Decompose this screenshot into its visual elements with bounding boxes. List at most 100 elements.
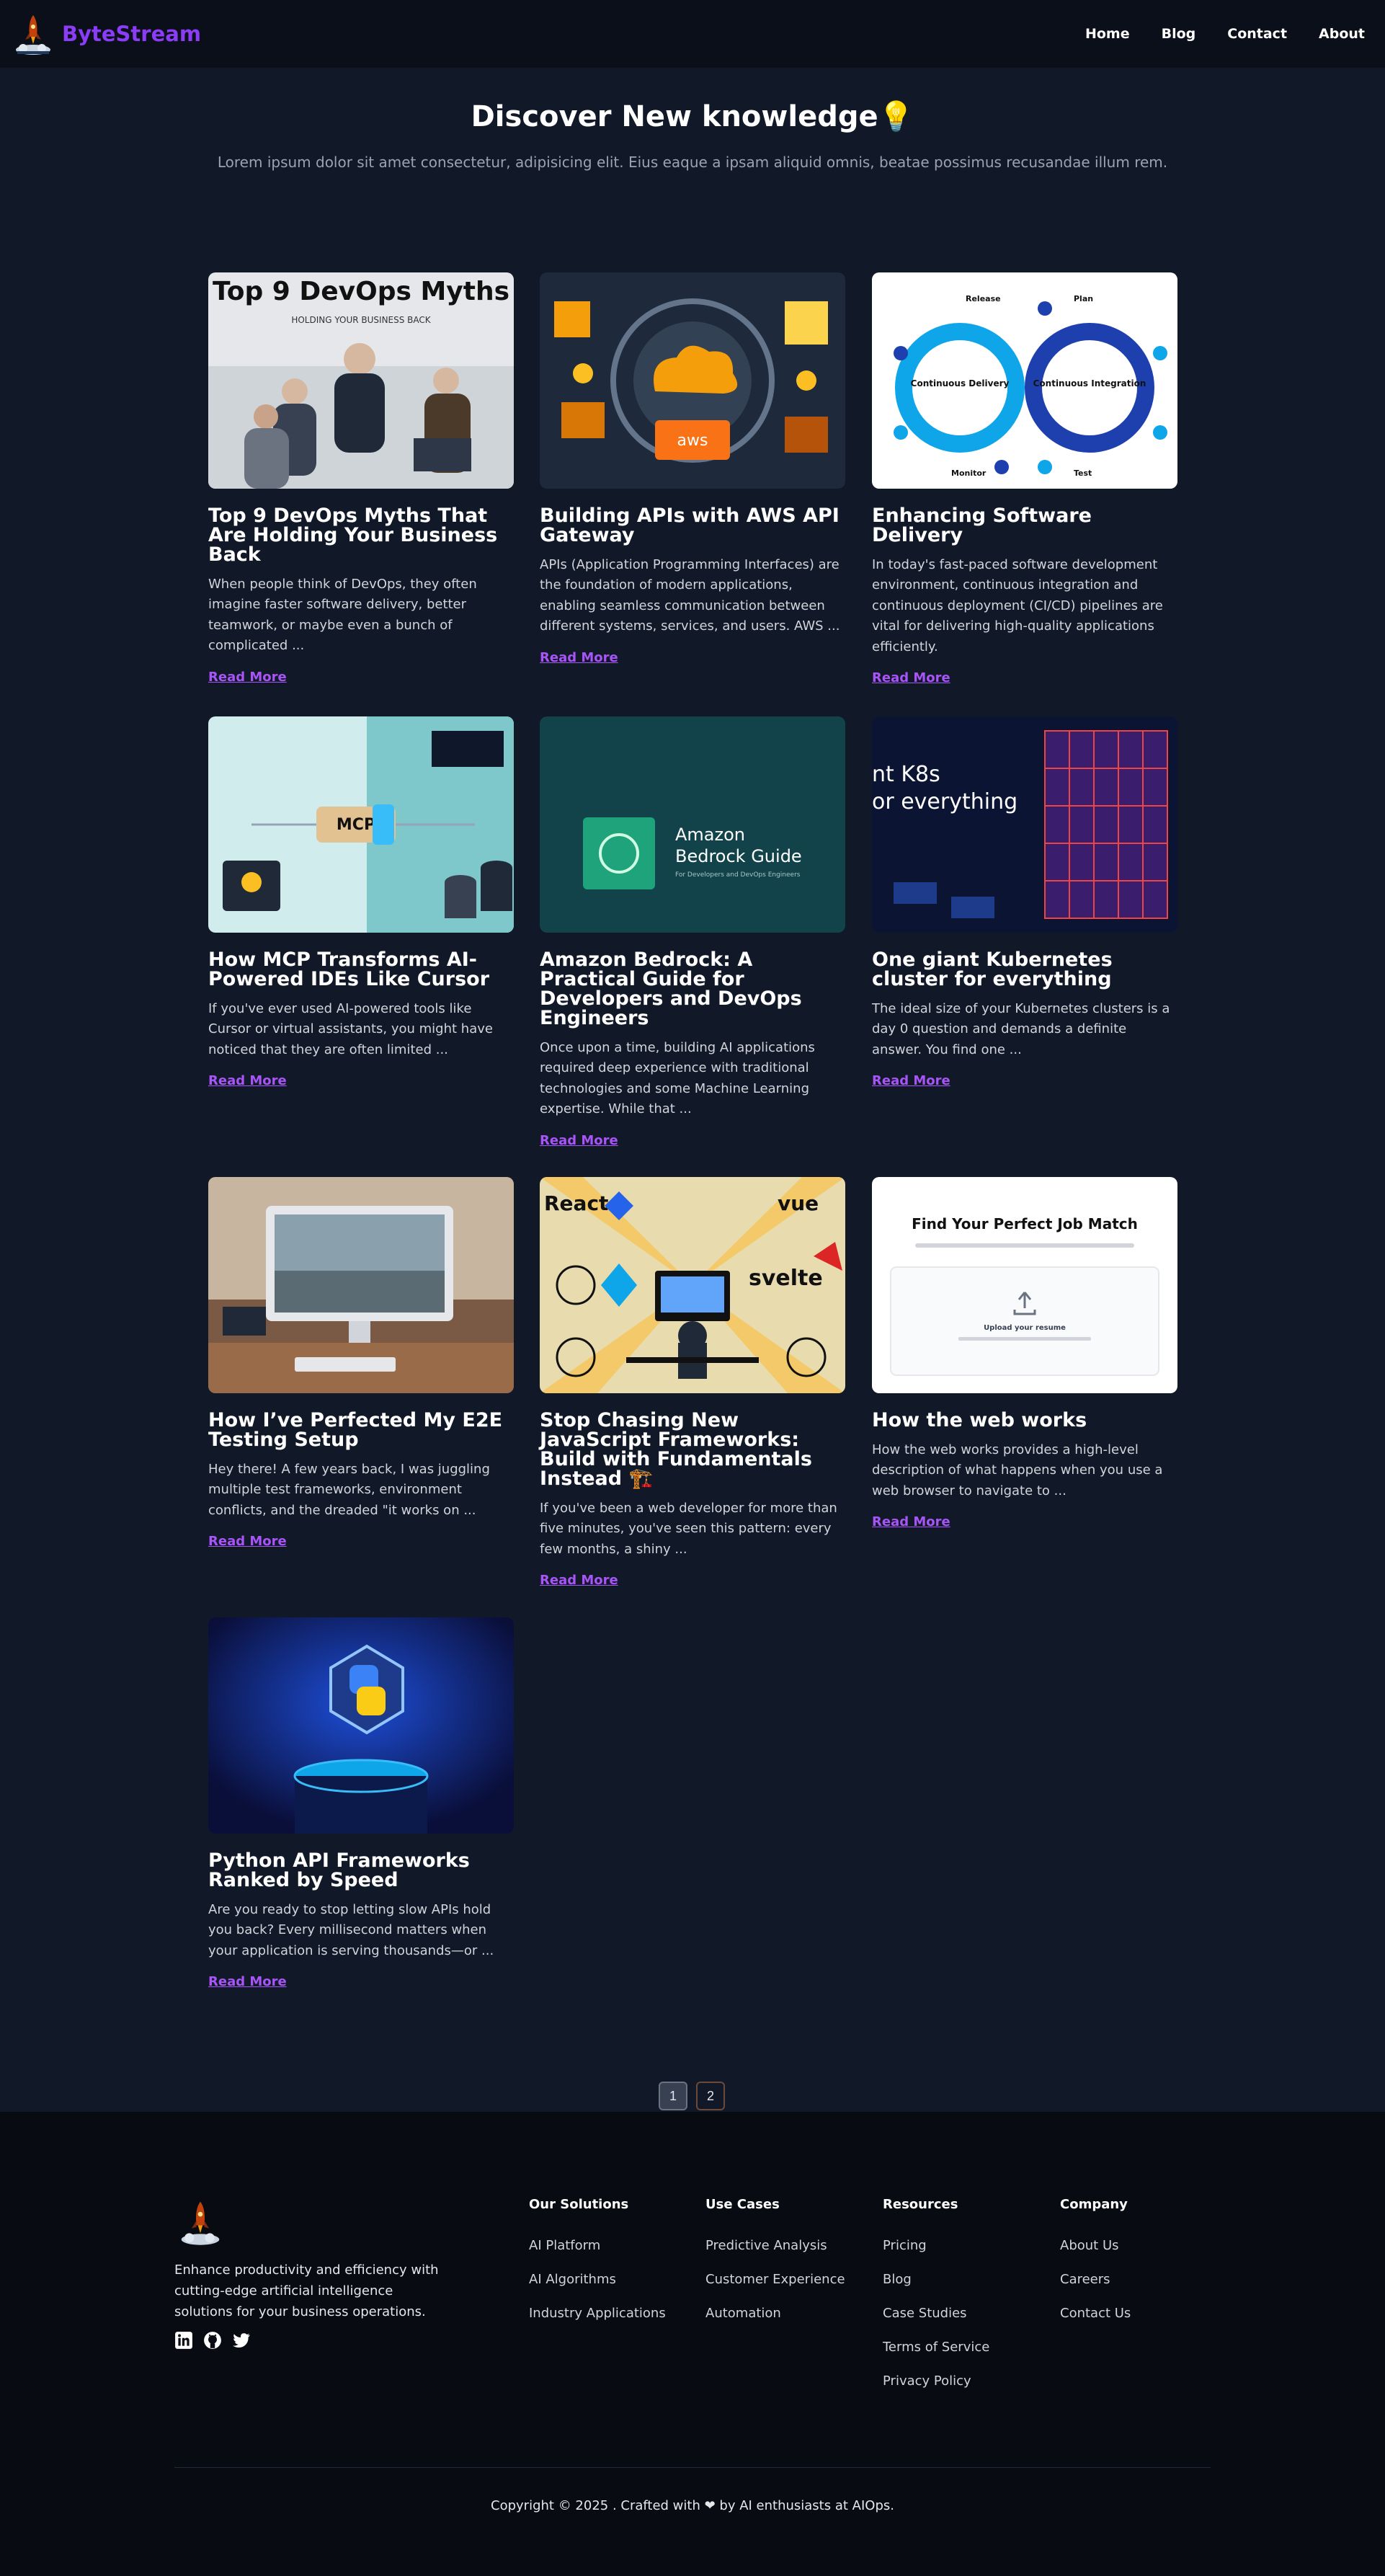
- post-thumbnail[interactable]: React vue svelte: [540, 1177, 845, 1393]
- hero-title: Discover New knowledge💡: [471, 100, 914, 133]
- github-icon[interactable]: [203, 2331, 222, 2350]
- post-title[interactable]: One giant Kubernetes cluster for everyth…: [872, 950, 1177, 989]
- post-title[interactable]: Enhancing Software Delivery: [872, 506, 1177, 545]
- footer-link[interactable]: Terms of Service: [883, 2340, 989, 2355]
- read-more-link[interactable]: Read More: [208, 670, 287, 685]
- rocket-logo-icon: [181, 2201, 220, 2245]
- copyright-text: Copyright © 2025 . Crafted with ❤ by AI …: [491, 2498, 894, 2513]
- blog-card: nt K8s or everything One giant Kubernete…: [872, 716, 1177, 1088]
- post-thumbnail[interactable]: aws: [540, 272, 845, 489]
- post-thumbnail[interactable]: Find Your Perfect Job Match Upload your …: [872, 1177, 1177, 1393]
- blog-card: aws Building APIs with AWS API Gateway A…: [540, 272, 845, 665]
- read-more-link[interactable]: Read More: [540, 650, 618, 665]
- post-thumbnail[interactable]: Continuous Delivery Continuous Integrati…: [872, 272, 1177, 489]
- page-1-button[interactable]: 1: [659, 2082, 687, 2110]
- footer-column-title: Company: [1060, 2197, 1128, 2212]
- footer-link[interactable]: Pricing: [883, 2238, 989, 2253]
- pagination: 1 2: [659, 2082, 725, 2110]
- post-thumbnail[interactable]: nt K8s or everything: [872, 716, 1177, 933]
- twitter-icon[interactable]: [232, 2331, 251, 2350]
- nav-about[interactable]: About: [1319, 26, 1365, 42]
- post-title[interactable]: Stop Chasing New JavaScript Frameworks: …: [540, 1411, 845, 1488]
- hero: Discover New knowledge💡 Lorem ipsum dolo…: [0, 99, 1385, 171]
- svg-text:HOLDING YOUR BUSINESS BACK: HOLDING YOUR BUSINESS BACK: [291, 315, 431, 325]
- footer-link[interactable]: Blog: [883, 2272, 989, 2287]
- post-excerpt: Hey there! A few years back, I was juggl…: [208, 1462, 490, 1518]
- post-excerpt: If you've been a web developer for more …: [540, 1501, 837, 1557]
- post-excerpt: The ideal size of your Kubernetes cluste…: [872, 1001, 1170, 1057]
- page-2-button[interactable]: 2: [696, 2082, 725, 2110]
- nav-home[interactable]: Home: [1085, 26, 1130, 42]
- post-title[interactable]: How the web works: [872, 1411, 1177, 1430]
- post-excerpt: APIs (Application Programming Interfaces…: [540, 557, 840, 634]
- read-more-link[interactable]: Read More: [208, 1073, 287, 1088]
- linkedin-icon[interactable]: [174, 2331, 193, 2350]
- svg-text:MCP: MCP: [337, 816, 375, 834]
- svg-text:For Developers and DevOps Engi: For Developers and DevOps Engineers: [675, 871, 801, 879]
- footer-column-resources: Resources Pricing Blog Case Studies Term…: [883, 2197, 989, 2407]
- svg-text:nt K8s: nt K8s: [872, 762, 940, 787]
- nav-contact[interactable]: Contact: [1227, 26, 1287, 42]
- footer-link[interactable]: Privacy Policy: [883, 2373, 989, 2389]
- post-thumbnail[interactable]: [208, 1617, 514, 1834]
- footer-link[interactable]: AI Platform: [529, 2238, 666, 2253]
- blog-card: Python API Frameworks Ranked by Speed Ar…: [208, 1617, 514, 1989]
- footer-column-company: Company About Us Careers Contact Us: [1060, 2197, 1131, 2340]
- post-excerpt: When people think of DevOps, they often …: [208, 577, 477, 654]
- blog-card: How I’ve Perfected My E2E Testing Setup …: [208, 1177, 514, 1549]
- rocket-logo-icon: [16, 15, 50, 55]
- blog-card: React vue svelte Stop Chasing New JavaSc…: [540, 1177, 845, 1588]
- svg-text:Amazon: Amazon: [675, 825, 745, 845]
- nav-blog[interactable]: Blog: [1162, 26, 1196, 42]
- blog-card: Continuous Delivery Continuous Integrati…: [872, 272, 1177, 685]
- post-thumbnail[interactable]: [208, 1177, 514, 1393]
- footer-column-use-cases: Use Cases Predictive Analysis Customer E…: [705, 2197, 845, 2340]
- footer-link[interactable]: Case Studies: [883, 2306, 989, 2321]
- navbar: ByteStream Home Blog Contact About: [0, 0, 1385, 68]
- post-title[interactable]: Python API Frameworks Ranked by Speed: [208, 1851, 514, 1890]
- post-title[interactable]: Amazon Bedrock: A Practical Guide for De…: [540, 950, 845, 1028]
- social-links: [174, 2331, 251, 2350]
- post-thumbnail[interactable]: Amazon Bedrock Guide For Developers and …: [540, 716, 845, 933]
- blog-card: Amazon Bedrock Guide For Developers and …: [540, 716, 845, 1148]
- post-thumbnail[interactable]: MCP: [208, 716, 514, 933]
- blog-card: Top 9 DevOps Myths HOLDING YOUR BUSINESS…: [208, 272, 514, 685]
- footer-link[interactable]: Customer Experience: [705, 2272, 845, 2287]
- brand-name: ByteStream: [62, 22, 202, 46]
- post-title[interactable]: Building APIs with AWS API Gateway: [540, 506, 845, 545]
- post-excerpt: Once upon a time, building AI applicatio…: [540, 1040, 815, 1117]
- footer-link[interactable]: Contact Us: [1060, 2306, 1131, 2321]
- footer-link[interactable]: About Us: [1060, 2238, 1131, 2253]
- footer-link[interactable]: Careers: [1060, 2272, 1131, 2287]
- svg-text:svelte: svelte: [749, 1266, 823, 1291]
- post-title[interactable]: Top 9 DevOps Myths That Are Holding Your…: [208, 506, 514, 564]
- footer-link[interactable]: Predictive Analysis: [705, 2238, 845, 2253]
- brand[interactable]: ByteStream: [13, 11, 201, 57]
- svg-text:Continuous Integration: Continuous Integration: [1033, 378, 1146, 388]
- svg-text:vue: vue: [778, 1191, 819, 1215]
- footer-column-title: Resources: [883, 2197, 958, 2212]
- svg-text:Release: Release: [966, 294, 1001, 303]
- footer: Enhance productivity and efficiency with…: [0, 2112, 1385, 2576]
- read-more-link[interactable]: Read More: [208, 1974, 287, 1989]
- read-more-link[interactable]: Read More: [872, 1073, 950, 1088]
- svg-text:Continuous Delivery: Continuous Delivery: [911, 378, 1010, 388]
- footer-column-title: Our Solutions: [529, 2197, 629, 2212]
- svg-text:Bedrock Guide: Bedrock Guide: [675, 846, 802, 866]
- read-more-link[interactable]: Read More: [872, 670, 950, 685]
- read-more-link[interactable]: Read More: [208, 1534, 287, 1549]
- post-thumbnail[interactable]: Top 9 DevOps Myths HOLDING YOUR BUSINESS…: [208, 272, 514, 489]
- svg-text:Top 9 DevOps Myths: Top 9 DevOps Myths: [213, 277, 509, 306]
- footer-link[interactable]: Industry Applications: [529, 2306, 666, 2321]
- post-title[interactable]: How I’ve Perfected My E2E Testing Setup: [208, 1411, 514, 1449]
- read-more-link[interactable]: Read More: [872, 1514, 950, 1529]
- blog-card: MCP How MCP Transforms AI-Powered IDEs L…: [208, 716, 514, 1088]
- read-more-link[interactable]: Read More: [540, 1573, 618, 1588]
- footer-link[interactable]: AI Algorithms: [529, 2272, 666, 2287]
- read-more-link[interactable]: Read More: [540, 1133, 618, 1148]
- svg-text:Monitor: Monitor: [951, 468, 987, 478]
- post-title[interactable]: How MCP Transforms AI-Powered IDEs Like …: [208, 950, 514, 989]
- svg-text:Upload your resume: Upload your resume: [984, 1324, 1066, 1332]
- svg-text:or everything: or everything: [872, 789, 1017, 814]
- footer-link[interactable]: Automation: [705, 2306, 845, 2321]
